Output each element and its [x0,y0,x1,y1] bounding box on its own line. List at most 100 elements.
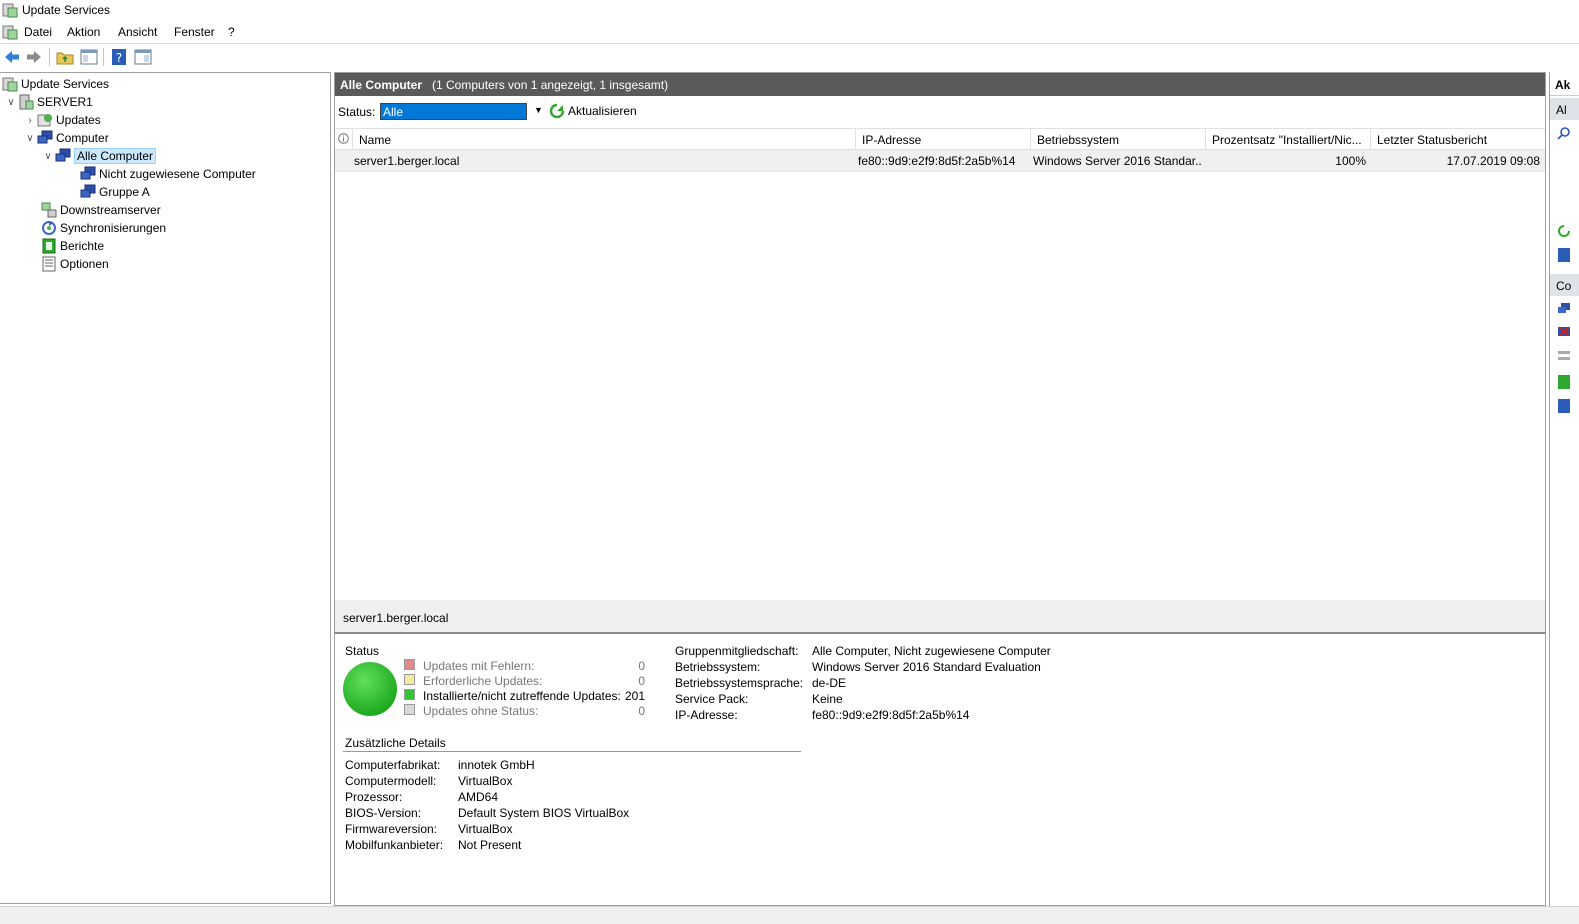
downstream-server-icon [41,202,57,218]
tree-label: Optionen [60,257,109,271]
tree-node-unassigned[interactable]: Nicht zugewiesene Computer [80,165,256,183]
legend-swatch-required [404,674,415,685]
prop-label-service-pack: Service Pack: [675,692,749,706]
help-icon[interactable] [1557,399,1571,413]
main-header: Alle Computer (1 Computers von 1 angezei… [335,73,1545,96]
extra-label-carrier: Mobilfunkanbieter: [345,838,444,852]
divider [343,751,801,752]
action-pane-header: Ak [1550,72,1579,96]
server-icon [19,94,34,110]
column-header-percent[interactable]: Prozentsatz "Installiert/Nic... [1206,129,1371,150]
up-folder-icon[interactable] [56,48,74,66]
forward-arrow-icon[interactable] [25,48,43,66]
properties-icon[interactable] [1557,349,1571,363]
tree-node-sync[interactable]: Synchronisierungen [41,219,166,237]
tree-node-reports[interactable]: Berichte [41,237,104,255]
chevron-down-icon[interactable]: ∨ [41,149,55,163]
refresh-icon[interactable] [1557,224,1571,238]
window-title: Update Services [22,3,111,17]
reports-icon [42,238,56,254]
mmc-icon[interactable] [2,24,18,40]
legend-count-error: 0 [638,659,645,673]
tree-node-updates[interactable]: › Updates [23,111,100,129]
cell-last-report: 17.07.2019 09:08 [1446,154,1540,168]
tree-label: Nicht zugewiesene Computer [99,167,256,181]
status-filter-label: Status: [338,105,376,119]
sync-icon [42,221,56,235]
dropdown-arrow-icon[interactable]: ▼ [534,105,543,115]
column-header-os[interactable]: Betriebssystem [1031,129,1206,150]
detail-title-bar: server1.berger.local [335,600,1545,634]
tree-label: Alle Computer [74,148,157,164]
legend-count-installed: 201 [624,689,645,703]
legend-label-error: Updates mit Fehlern: [423,659,535,673]
help-icon[interactable]: ? [110,48,128,66]
info-column-header[interactable] [335,129,353,150]
chevron-right-icon[interactable]: › [23,113,37,127]
tree-node-downstream[interactable]: Downstreamserver [41,201,161,219]
tree-node-options[interactable]: Optionen [41,255,109,273]
computers-icon [80,166,96,180]
tree-label: Update Services [21,77,110,91]
cell-os: Windows Server 2016 Standar... [1033,154,1201,168]
computers-icon[interactable] [1557,302,1571,316]
prop-label-ip: IP-Adresse: [675,708,738,722]
chevron-down-icon[interactable]: ∨ [4,95,18,109]
toolbar-separator [49,48,50,66]
svg-text:?: ? [116,51,122,65]
menu-datei[interactable]: Datei [24,25,52,39]
extra-value-model: VirtualBox [458,774,513,788]
legend-label-installed: Installierte/nicht zutreffende Updates: [423,689,621,703]
menu-ansicht[interactable]: Ansicht [118,25,157,39]
tree-node-computer[interactable]: ∨ Computer [23,129,109,147]
cell-name: server1.berger.local [354,154,460,168]
column-header-name[interactable]: Name [353,129,856,150]
delete-computer-icon[interactable] [1557,325,1571,339]
legend-count-required: 0 [638,674,645,688]
extra-label-manufacturer: Computerfabrikat: [345,758,441,772]
extra-value-processor: AMD64 [458,790,499,804]
prop-value-service-pack: Keine [812,692,843,706]
legend-swatch-installed [404,689,415,700]
details-panel: Status Updates mit Fehlern: 0 Erforderli… [335,636,1545,905]
extra-value-bios: Default System BIOS VirtualBox [458,806,630,820]
action-pane-title: Ak [1555,78,1571,92]
tree-label: Gruppe A [99,185,150,199]
legend-label-no-status: Updates ohne Status: [423,704,539,718]
refresh-label: Aktualisieren [568,104,637,118]
prop-value-ip: fe80::9d9:e2f9:8d5f:2a5b%14 [812,708,970,722]
column-header-ip[interactable]: IP-Adresse [856,129,1031,150]
action-section-label: Co [1556,279,1572,293]
chevron-down-icon[interactable]: ∨ [23,131,37,145]
tree-label: Synchronisierungen [60,221,167,235]
search-icon[interactable] [1557,126,1571,140]
page-title: Alle Computer [340,78,423,92]
toolbar: ? [0,43,1579,67]
show-action-pane-icon[interactable] [134,48,152,66]
action-section-computer[interactable]: Co [1550,274,1579,296]
tree-label: Downstreamserver [60,203,161,217]
extra-label-firmware: Firmwareversion: [345,822,438,836]
page-subtitle: (1 Computers von 1 angezeigt, 1 insgesam… [432,78,669,92]
help-icon[interactable] [1557,248,1571,262]
status-heading: Status [345,644,380,658]
table-row[interactable]: server1.berger.local fe80::9d9:e2f9:8d5f… [335,150,1545,172]
refresh-button[interactable]: Aktualisieren [549,103,637,119]
show-tree-icon[interactable] [80,48,98,66]
update-services-icon [2,3,18,18]
column-header-last-report[interactable]: Letzter Statusbericht [1371,129,1545,150]
tree-node-group-a[interactable]: Gruppe A [80,183,150,201]
updates-icon [37,114,52,127]
tree-node-server1[interactable]: ∨ SERVER1 [4,93,93,111]
tree-node-all-computers[interactable]: ∨ Alle Computer [41,147,157,165]
menu-help[interactable]: ? [228,25,235,39]
tree-label: SERVER1 [37,95,93,109]
status-filter-select[interactable]: Alle [380,103,527,120]
action-section-all-computers[interactable]: Al [1550,98,1579,120]
tree-node-update-services[interactable]: Update Services [2,75,109,93]
menu-fenster[interactable]: Fenster [174,25,215,39]
reports-icon[interactable] [1557,375,1571,389]
computers-icon [80,184,96,198]
back-arrow-icon[interactable] [3,48,21,66]
menu-aktion[interactable]: Aktion [67,25,100,39]
